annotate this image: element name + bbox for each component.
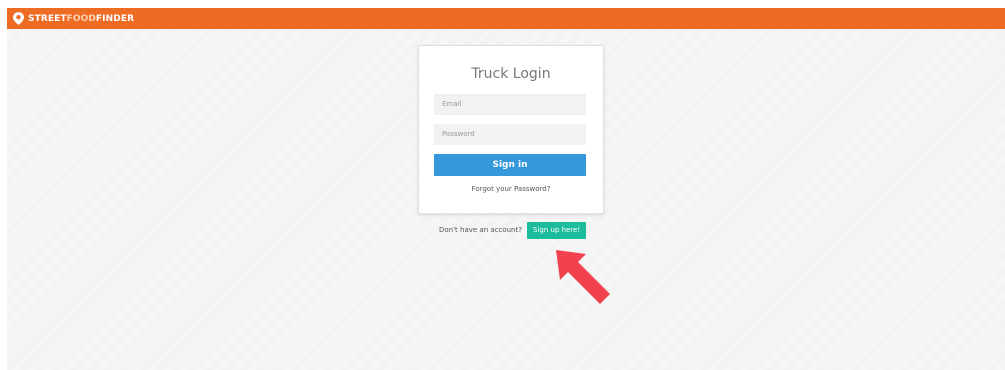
- brand-logo[interactable]: STREET FOOD FINDER: [13, 8, 134, 29]
- map-pin-icon: [13, 12, 24, 25]
- brand-word-street: STREET: [28, 13, 67, 24]
- sign-up-button[interactable]: Sign up here!: [526, 221, 587, 239]
- login-card: Truck Login Email Password Sign in Forgo…: [418, 45, 604, 214]
- app-frame: STREET FOOD FINDER Truck Login Email Pas…: [7, 8, 1005, 370]
- sign-in-button[interactable]: Sign in: [434, 154, 586, 176]
- login-title: Truck Login: [471, 66, 551, 82]
- password-input[interactable]: Password: [434, 124, 586, 145]
- red-arrow-icon: [556, 250, 610, 304]
- top-nav-bar: STREET FOOD FINDER: [7, 8, 1005, 29]
- forgot-password-link[interactable]: Forgot your Password?: [419, 185, 603, 193]
- brand-word-finder: FINDER: [95, 13, 135, 24]
- brand-name: STREET FOOD FINDER: [28, 14, 134, 24]
- email-input[interactable]: Email: [434, 94, 586, 115]
- signup-row: Don't have an account? Sign up here!: [439, 221, 587, 239]
- signup-prompt: Don't have an account?: [439, 226, 522, 234]
- brand-word-food: FOOD: [66, 13, 96, 24]
